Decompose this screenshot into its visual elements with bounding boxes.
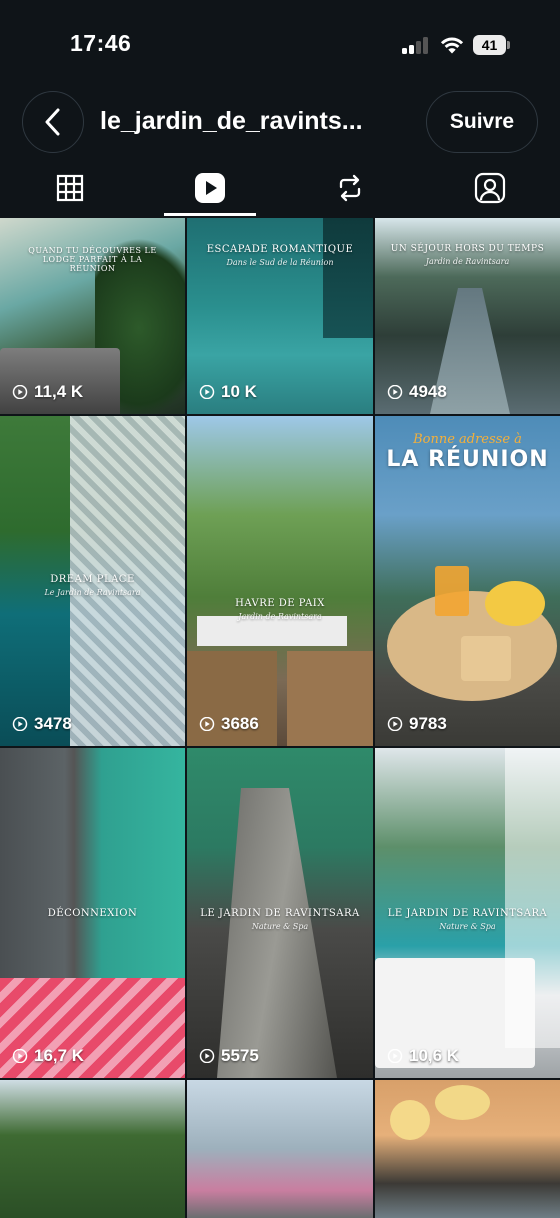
reel-subcaption: Dans le Sud de la Réunion <box>226 258 334 267</box>
reel-caption: LE JARDIN DE RAVINTSARA <box>200 908 360 919</box>
view-count: 11,4 K <box>12 382 83 402</box>
play-icon <box>387 385 403 399</box>
reel-thumbnail[interactable]: DREAM PLACE Le Jardin de Ravintsara 3478 <box>0 416 185 746</box>
view-count: 10 K <box>199 382 257 402</box>
reel-thumbnail[interactable]: HAVRE DE PAIX Jardin de Ravintsara 3686 <box>187 416 373 746</box>
status-time: 17:46 <box>70 30 132 56</box>
view-count-text: 3686 <box>221 714 259 733</box>
reel-thumbnail[interactable] <box>187 1080 373 1218</box>
reel-thumbnail[interactable] <box>375 1080 560 1218</box>
reel-caption: DÉCONNEXION <box>47 908 138 919</box>
view-count-text: 10,6 K <box>409 1046 460 1065</box>
play-icon <box>199 717 215 731</box>
reel-subcaption: Nature & Spa <box>251 922 309 931</box>
view-count-text: 5575 <box>221 1046 259 1065</box>
play-icon <box>12 1049 28 1063</box>
chevron-left-icon <box>45 108 60 136</box>
cellular-signal-icon <box>402 37 430 54</box>
reel-caption: HAVRE DE PAIX <box>235 598 325 609</box>
battery-level: 41 <box>473 35 506 55</box>
view-count-text: 9783 <box>409 714 447 733</box>
profile-header: le_jardin_de_ravints... Suivre <box>0 90 560 156</box>
reels-icon <box>195 173 225 203</box>
play-icon <box>12 717 28 731</box>
reel-thumbnail[interactable]: LE JARDIN DE RAVINTSARA Nature & Spa 10,… <box>375 748 560 1078</box>
view-count: 3478 <box>12 714 72 734</box>
play-icon <box>12 385 28 399</box>
reel-thumbnail[interactable]: UN SÉJOUR HORS DU TEMPS Jardin de Ravint… <box>375 218 560 414</box>
view-count-text: 3478 <box>34 714 72 733</box>
reel-subcaption: Nature & Spa <box>439 922 496 931</box>
tab-reposts[interactable] <box>280 158 420 218</box>
view-count-text: 10 K <box>221 382 257 401</box>
tab-grid[interactable] <box>0 158 140 218</box>
view-count-text: 4948 <box>409 382 447 401</box>
follow-button[interactable]: Suivre <box>426 91 538 153</box>
reel-thumbnail[interactable]: LE JARDIN DE RAVINTSARA Nature & Spa 557… <box>187 748 373 1078</box>
tagged-icon <box>474 172 506 204</box>
view-count: 9783 <box>387 714 447 734</box>
play-icon <box>199 1049 215 1063</box>
grid-icon <box>56 174 84 202</box>
reel-subcaption: Jardin de Ravintsara <box>425 257 510 266</box>
wifi-icon <box>440 37 464 54</box>
profile-tabs <box>0 158 560 218</box>
view-count-text: 11,4 K <box>34 382 84 401</box>
reel-caption: ESCAPADE ROMANTIQUE <box>206 244 354 255</box>
back-button[interactable] <box>22 91 84 153</box>
play-icon <box>199 385 215 399</box>
play-icon <box>387 1049 403 1063</box>
reel-thumbnail[interactable]: ESCAPADE ROMANTIQUE Dans le Sud de la Ré… <box>187 218 373 414</box>
view-count: 10,6 K <box>387 1046 459 1066</box>
reel-caption: UN SÉJOUR HORS DU TEMPS <box>390 244 545 254</box>
view-count-text: 16,7 K <box>34 1046 85 1065</box>
reel-thumbnail[interactable]: QUAND TU DÉCOUVRES LE LODGE PARFAIT À LA… <box>0 218 185 414</box>
view-count: 5575 <box>199 1046 259 1066</box>
reel-title: LA RÉUNION <box>386 447 549 472</box>
status-bar: 17:46 41 <box>0 0 560 90</box>
reel-thumbnail[interactable] <box>0 1080 185 1218</box>
tab-reels[interactable] <box>140 158 280 218</box>
view-count: 16,7 K <box>12 1046 84 1066</box>
reel-caption: DREAM PLACE <box>50 574 135 585</box>
reel-subcaption: Le Jardin de Ravintsara <box>44 588 141 597</box>
reel-caption: Bonne adresse à <box>413 432 522 447</box>
repost-icon <box>339 174 361 202</box>
reel-caption: QUAND TU DÉCOUVRES LE LODGE PARFAIT À LA… <box>28 246 157 273</box>
view-count: 3686 <box>199 714 259 734</box>
reel-thumbnail[interactable]: Bonne adresse à LA RÉUNION 9783 <box>375 416 560 746</box>
tab-tagged[interactable] <box>420 158 560 218</box>
play-icon <box>387 717 403 731</box>
battery-icon: 41 <box>473 35 510 55</box>
reel-caption: LE JARDIN DE RAVINTSARA <box>387 908 548 919</box>
view-count: 4948 <box>387 382 447 402</box>
profile-username: le_jardin_de_ravints... <box>100 107 363 135</box>
reel-subcaption: Jardin de Ravintsara <box>238 612 322 621</box>
reel-thumbnail[interactable]: DÉCONNEXION 16,7 K <box>0 748 185 1078</box>
